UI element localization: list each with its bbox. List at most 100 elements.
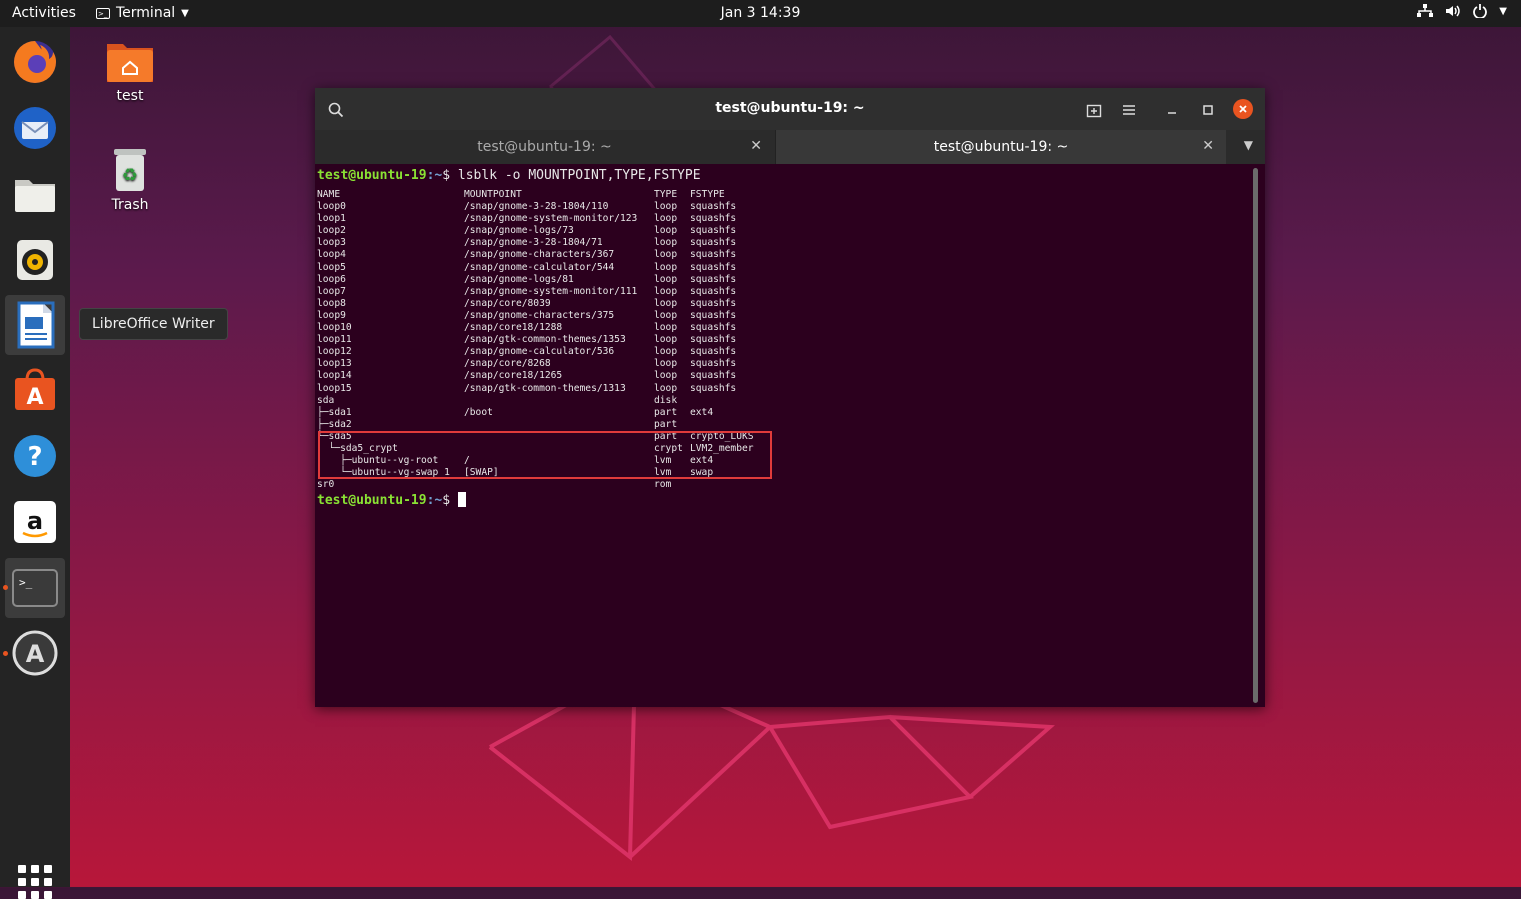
svg-text:A: A bbox=[26, 385, 43, 410]
cell-mountpoint: /snap/gnome-logs/81 bbox=[464, 273, 574, 285]
desktop-trash[interactable]: ♻ Trash bbox=[90, 147, 170, 213]
dock-libreoffice-writer[interactable] bbox=[5, 295, 65, 355]
cell-type: part bbox=[654, 418, 678, 430]
writer-document-icon bbox=[17, 301, 55, 349]
cell-fstype: squashfs bbox=[690, 225, 737, 237]
cell-type: loop bbox=[654, 225, 678, 237]
minimize-button[interactable] bbox=[1161, 99, 1183, 121]
cell-fstype: ext4 bbox=[690, 406, 714, 418]
cell-type: loop bbox=[654, 285, 678, 297]
cell-mountpoint: /snap/core/8268 bbox=[464, 358, 551, 370]
maximize-button[interactable] bbox=[1197, 99, 1219, 121]
new-tab-button[interactable] bbox=[1083, 99, 1105, 121]
terminal-window: test@ubuntu-19: ~ test@ubuntu-19: ~ ✕ te… bbox=[315, 88, 1265, 707]
prompt-path: :~ bbox=[426, 168, 443, 183]
show-applications-icon[interactable] bbox=[18, 865, 52, 899]
close-tab-icon[interactable]: ✕ bbox=[750, 138, 762, 154]
column-name: NAME bbox=[317, 189, 341, 200]
cell-type: loop bbox=[654, 334, 678, 346]
cell-name: sda bbox=[317, 394, 335, 406]
cell-name: loop8 bbox=[317, 297, 346, 309]
svg-text:a: a bbox=[27, 507, 43, 535]
command-text: lsblk -o MOUNTPOINT,TYPE,FSTYPE bbox=[450, 168, 701, 183]
cell-mountpoint: /snap/gnome-system-monitor/123 bbox=[464, 213, 638, 225]
cell-mountpoint: /snap/gnome-characters/367 bbox=[464, 249, 615, 261]
dock-amazon[interactable]: a bbox=[5, 492, 65, 552]
cell-type: loop bbox=[654, 297, 678, 309]
tab-label: test@ubuntu-19: ~ bbox=[933, 139, 1069, 155]
cell-name: loop14 bbox=[317, 370, 352, 382]
new-tab-icon bbox=[1086, 104, 1102, 118]
cell-type: loop bbox=[654, 261, 678, 273]
speaker-icon bbox=[17, 240, 53, 280]
table-header: NAME MOUNTPOINT TYPE FSTYPE bbox=[317, 189, 725, 201]
cell-fstype: squashfs bbox=[690, 273, 737, 285]
tab-list-chevron-icon[interactable]: ▼ bbox=[1244, 138, 1253, 152]
minimize-icon bbox=[1168, 112, 1176, 114]
maximize-icon bbox=[1203, 105, 1213, 115]
cell-fstype: squashfs bbox=[690, 261, 737, 273]
desktop-home-folder[interactable]: test bbox=[90, 40, 170, 104]
cell-name: loop2 bbox=[317, 225, 346, 237]
cell-name: loop12 bbox=[317, 346, 352, 358]
cell-name: loop13 bbox=[317, 358, 352, 370]
dock-software-updater[interactable]: A bbox=[5, 623, 65, 683]
cell-fstype: squashfs bbox=[690, 334, 737, 346]
top-bar: Activities >_ Terminal ▼ Jan 3 14:39 ▼ bbox=[0, 0, 1521, 27]
dock-files[interactable] bbox=[5, 164, 65, 224]
cell-mountpoint: /snap/gnome-calculator/544 bbox=[464, 261, 615, 273]
folder-icon bbox=[15, 180, 55, 212]
close-tab-icon[interactable]: ✕ bbox=[1202, 138, 1214, 154]
dock-help[interactable]: ? bbox=[5, 426, 65, 486]
column-mountpoint: MOUNTPOINT bbox=[464, 189, 522, 200]
cell-name: loop10 bbox=[317, 322, 352, 333]
prompt-symbol: $ bbox=[442, 168, 451, 183]
clock[interactable]: Jan 3 14:39 bbox=[0, 5, 1521, 21]
close-icon bbox=[1239, 105, 1247, 113]
menu-button[interactable] bbox=[1118, 99, 1140, 121]
desktop-trash-label: Trash bbox=[111, 197, 149, 213]
cell-name: loop3 bbox=[317, 237, 346, 249]
cell-type: disk bbox=[654, 394, 678, 406]
cell-mountpoint: /snap/core/8039 bbox=[464, 297, 551, 309]
chevron-down-icon: ▼ bbox=[1499, 5, 1507, 17]
close-button[interactable] bbox=[1233, 99, 1253, 119]
desktop-home-label: test bbox=[116, 88, 144, 104]
cell-mountpoint: /snap/gnome-3-28-1804/110 bbox=[464, 201, 609, 212]
svg-text:♻: ♻ bbox=[122, 165, 138, 186]
cell-type: part bbox=[654, 406, 678, 418]
cell-fstype: squashfs bbox=[690, 322, 737, 333]
window-titlebar[interactable]: test@ubuntu-19: ~ bbox=[315, 88, 1265, 130]
cell-type: loop bbox=[654, 358, 678, 370]
cell-type: loop bbox=[654, 309, 678, 321]
tab-bar: test@ubuntu-19: ~ ✕ test@ubuntu-19: ~ ✕ … bbox=[315, 130, 1265, 164]
terminal-icon: >_ bbox=[12, 569, 58, 607]
cell-mountpoint: /snap/gnome-logs/73 bbox=[464, 225, 574, 237]
dock-ubuntu-software[interactable]: A bbox=[5, 360, 65, 420]
dock-firefox[interactable] bbox=[5, 32, 65, 92]
dock-rhythmbox[interactable] bbox=[5, 230, 65, 290]
terminal-output[interactable]: test@ubuntu-19:~$ lsblk -o MOUNTPOINT,TY… bbox=[315, 164, 1258, 707]
cell-name: ├─sda2 bbox=[317, 418, 352, 430]
cell-fstype: squashfs bbox=[690, 370, 737, 382]
cell-mountpoint: /snap/gnome-system-monitor/111 bbox=[464, 285, 638, 297]
scrollbar[interactable] bbox=[1253, 168, 1258, 703]
cell-name: loop11 bbox=[317, 334, 352, 346]
cell-fstype: squashfs bbox=[690, 213, 737, 225]
cell-fstype: squashfs bbox=[690, 237, 737, 249]
column-type: TYPE bbox=[654, 189, 678, 200]
cell-type: loop bbox=[654, 370, 678, 382]
cell-name: ├─sda1 bbox=[317, 406, 352, 418]
dock-tooltip: LibreOffice Writer bbox=[79, 308, 228, 340]
cell-type: loop bbox=[654, 322, 678, 333]
tab-label: test@ubuntu-19: ~ bbox=[477, 139, 612, 155]
dock-terminal[interactable]: >_ bbox=[5, 558, 65, 618]
tab-2[interactable]: test@ubuntu-19: ~ ✕ bbox=[775, 130, 1226, 164]
tab-1[interactable]: test@ubuntu-19: ~ ✕ bbox=[315, 130, 774, 164]
cell-mountpoint: /snap/core18/1288 bbox=[464, 322, 563, 333]
system-tray[interactable]: ▼ bbox=[1417, 4, 1507, 18]
cell-fstype: squashfs bbox=[690, 382, 737, 394]
dock-thunderbird[interactable] bbox=[5, 98, 65, 158]
prompt-path: :~ bbox=[426, 493, 443, 508]
cell-fstype: squashfs bbox=[690, 201, 737, 212]
